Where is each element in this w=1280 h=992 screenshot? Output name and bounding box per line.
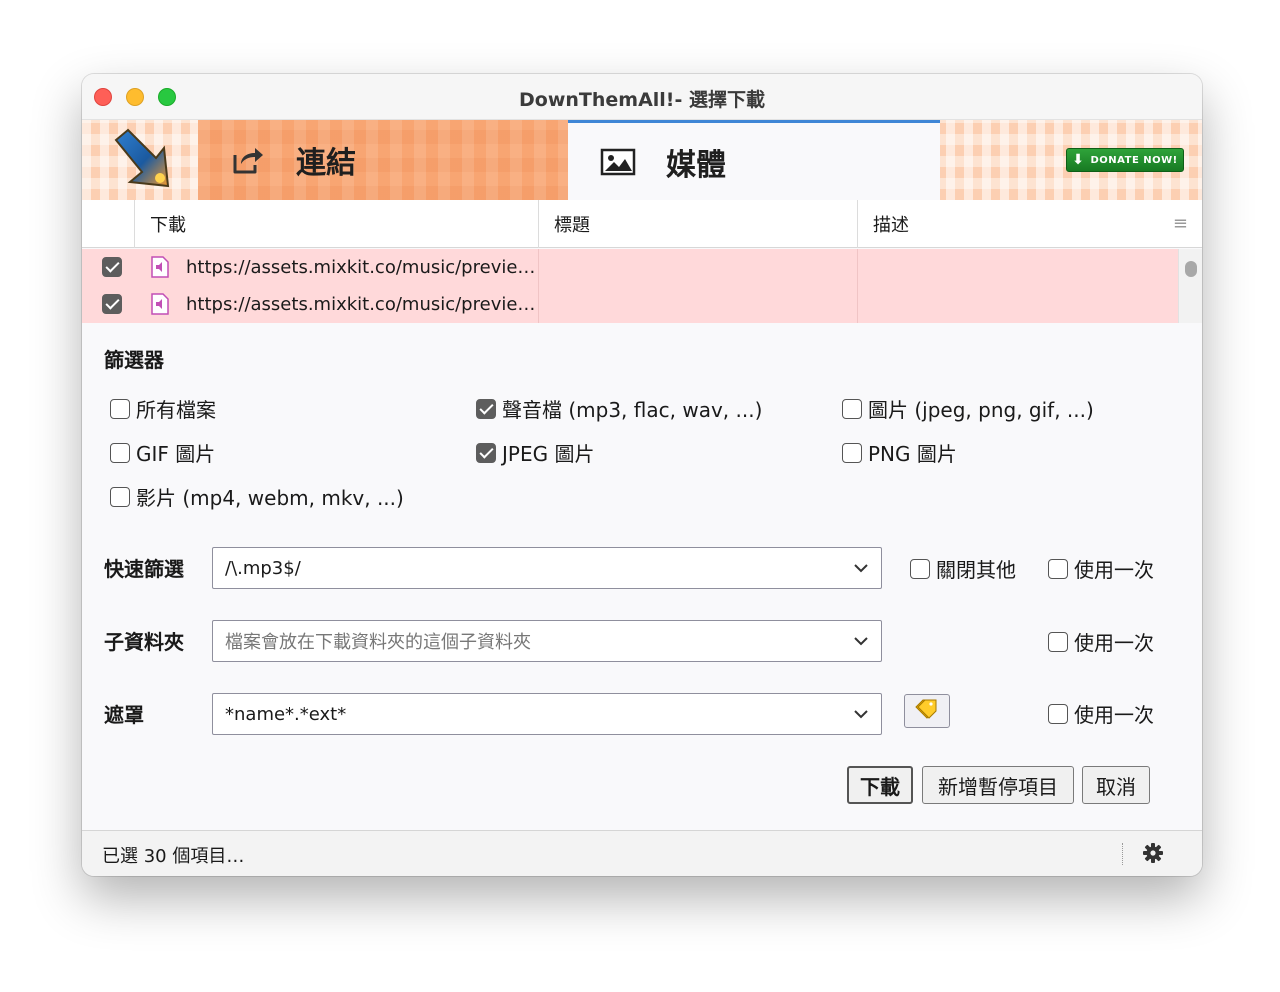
row-url: https://assets.mixkit.co/music/previe… (186, 294, 536, 315)
filter-jpeg-label: JPEG 圖片 (502, 442, 595, 466)
header-banner: 連結 媒體 ⬇ DONATE NOW! (82, 120, 1202, 200)
filter-gif-checkbox[interactable] (110, 442, 130, 463)
row-checkbox[interactable] (102, 257, 122, 277)
chevron-down-icon[interactable] (853, 705, 869, 728)
subfolder-label: 子資料夾 (104, 630, 184, 654)
download-arrow-logo-icon (114, 128, 170, 188)
fast-filter-use-once-label: 使用一次 (1074, 558, 1154, 582)
download-list: https://assets.mixkit.co/music/previe… h… (82, 249, 1202, 323)
mask-tags-button[interactable] (904, 694, 950, 728)
title-bar: DownThemAll!- 選擇下載 (82, 74, 1202, 120)
subfolder-placeholder: 檔案會放在下載資料夾的這個子資料夾 (225, 632, 531, 653)
filter-png[interactable]: PNG 圖片 (842, 438, 957, 467)
fast-filter-label: 快速篩選 (104, 557, 184, 581)
status-bar: 已選 30 個項目… (82, 830, 1202, 876)
filter-gif-label: GIF 圖片 (136, 442, 216, 466)
fast-filter-use-once[interactable]: 使用一次 (1048, 554, 1154, 583)
donate-label: DONATE NOW! (1090, 154, 1178, 166)
close-others-option[interactable]: 關閉其他 (910, 554, 1016, 583)
filter-video[interactable]: 影片 (mp4, webm, mkv, ...) (110, 482, 404, 511)
column-header-title[interactable]: 標題 (554, 200, 590, 248)
tab-media[interactable]: 媒體 (568, 120, 940, 200)
download-button[interactable]: 下載 (847, 766, 913, 804)
table-header: 下載 標題 描述 ≡ (82, 200, 1202, 248)
table-row[interactable]: https://assets.mixkit.co/music/previe… (82, 286, 1178, 323)
row-url: https://assets.mixkit.co/music/previe… (186, 257, 536, 278)
scrollbar-thumb[interactable] (1185, 261, 1197, 277)
filter-png-label: PNG 圖片 (868, 442, 957, 466)
list-scrollbar[interactable] (1178, 249, 1202, 323)
audio-file-icon (150, 293, 170, 320)
audio-file-icon (150, 256, 170, 283)
mask-input[interactable]: *name*.*ext* (212, 693, 882, 735)
dialog-window: DownThemAll!- 選擇下載 連結 媒體 ⬇ DONATE NOW! 下… (82, 74, 1202, 876)
tab-links[interactable]: 連結 (198, 120, 568, 200)
filter-video-label: 影片 (mp4, webm, mkv, ...) (136, 486, 404, 510)
column-header-description[interactable]: 描述 (873, 200, 909, 248)
subfolder-use-once[interactable]: 使用一次 (1048, 627, 1154, 656)
filter-jpeg[interactable]: JPEG 圖片 (476, 438, 594, 467)
filter-audio-label: 聲音檔 (mp3, flac, wav, ...) (502, 398, 763, 422)
close-others-label: 關閉其他 (936, 558, 1016, 582)
filter-all-files-label: 所有檔案 (136, 398, 216, 422)
filter-images[interactable]: 圖片 (jpeg, png, gif, ...) (842, 394, 1094, 423)
subfolder-input[interactable]: 檔案會放在下載資料夾的這個子資料夾 (212, 620, 882, 662)
image-icon (598, 142, 638, 182)
chevron-down-icon[interactable] (853, 632, 869, 655)
tab-media-label: 媒體 (666, 147, 726, 183)
table-row[interactable]: https://assets.mixkit.co/music/previe… (82, 249, 1178, 286)
fast-filter-use-once-checkbox[interactable] (1048, 558, 1068, 579)
column-header-download[interactable]: 下載 (150, 200, 186, 248)
app-logo (82, 120, 198, 200)
subfolder-use-once-label: 使用一次 (1074, 631, 1154, 655)
fast-filter-value: /\.mp3$/ (225, 557, 301, 579)
mask-use-once-checkbox[interactable] (1048, 703, 1068, 724)
donate-button[interactable]: ⬇ DONATE NOW! (1066, 148, 1184, 172)
filter-all-files-checkbox[interactable] (110, 398, 130, 419)
fast-filter-input[interactable]: /\.mp3$/ (212, 547, 882, 589)
mask-value: *name*.*ext* (225, 703, 347, 725)
tab-links-label: 連結 (296, 146, 356, 181)
column-menu-icon[interactable]: ≡ (1173, 213, 1188, 234)
filter-images-checkbox[interactable] (842, 398, 862, 419)
filter-all-files[interactable]: 所有檔案 (110, 394, 216, 423)
share-icon (228, 140, 268, 180)
mask-use-once[interactable]: 使用一次 (1048, 699, 1154, 728)
close-others-checkbox[interactable] (910, 558, 930, 579)
window-title: DownThemAll!- 選擇下載 (519, 89, 765, 111)
filter-video-checkbox[interactable] (110, 486, 130, 507)
mask-label: 遮罩 (104, 703, 144, 727)
tag-icon (914, 699, 940, 723)
filter-jpeg-checkbox[interactable] (476, 442, 496, 463)
gear-icon[interactable] (1142, 842, 1164, 868)
filter-gif[interactable]: GIF 圖片 (110, 438, 215, 467)
down-arrow-icon: ⬇ (1072, 152, 1085, 168)
row-checkbox[interactable] (102, 294, 122, 314)
chevron-down-icon[interactable] (853, 559, 869, 582)
filter-audio-checkbox[interactable] (476, 398, 496, 419)
subfolder-use-once-checkbox[interactable] (1048, 631, 1068, 652)
mask-use-once-label: 使用一次 (1074, 703, 1154, 727)
filters-heading: 篩選器 (104, 348, 164, 372)
cancel-button[interactable]: 取消 (1082, 766, 1150, 804)
add-paused-button[interactable]: 新增暫停項目 (922, 766, 1074, 804)
filter-audio[interactable]: 聲音檔 (mp3, flac, wav, ...) (476, 394, 762, 423)
filter-png-checkbox[interactable] (842, 442, 862, 463)
filter-images-label: 圖片 (jpeg, png, gif, ...) (868, 398, 1094, 422)
selection-status: 已選 30 個項目… (102, 846, 245, 867)
